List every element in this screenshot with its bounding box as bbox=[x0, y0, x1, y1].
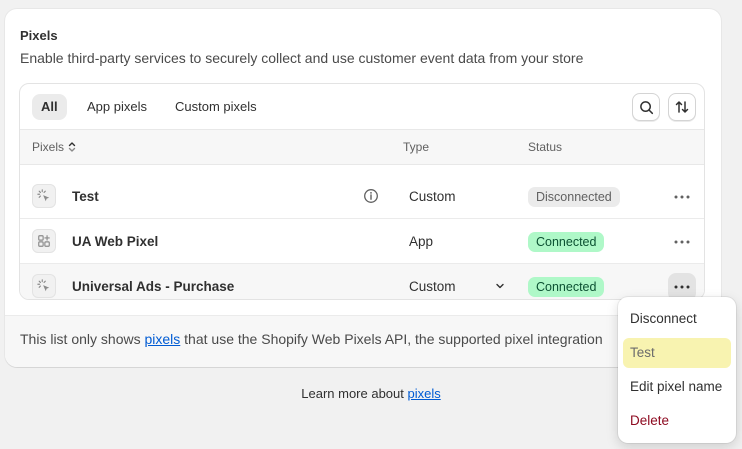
table-header: Pixels Type Status bbox=[20, 129, 704, 165]
column-pixels-label: Pixels bbox=[32, 140, 65, 154]
menu-item-delete[interactable]: Delete bbox=[623, 406, 731, 436]
sort-chevrons-icon bbox=[68, 142, 76, 152]
more-actions-button[interactable] bbox=[668, 183, 696, 211]
table-row[interactable]: UA Web Pixel App Connected bbox=[20, 219, 704, 264]
tab-custom-pixels[interactable]: Custom pixels bbox=[166, 94, 266, 120]
more-actions-button[interactable] bbox=[668, 228, 696, 256]
cursor-click-icon bbox=[32, 274, 56, 298]
more-actions-button[interactable] bbox=[668, 273, 696, 299]
pixels-card: Pixels Enable third-party services to se… bbox=[5, 9, 721, 367]
footer-text-before: This list only shows bbox=[20, 331, 145, 347]
status-badge: Connected bbox=[528, 277, 605, 297]
sort-icon bbox=[675, 101, 689, 113]
ellipsis-icon bbox=[674, 285, 690, 289]
pixels-table-container: All App pixels Custom pixels Pixels Type… bbox=[19, 83, 705, 300]
apps-icon bbox=[32, 229, 56, 253]
column-pixels[interactable]: Pixels bbox=[32, 130, 76, 164]
card-title: Pixels bbox=[20, 28, 58, 43]
card-description: Enable third-party services to securely … bbox=[20, 50, 584, 66]
status-badge: Disconnected bbox=[528, 187, 620, 207]
pixel-name: UA Web Pixel bbox=[72, 234, 159, 249]
pixel-name: Universal Ads - Purchase bbox=[72, 279, 235, 294]
menu-item-test[interactable]: Test bbox=[623, 338, 731, 368]
filter-tabs: All App pixels Custom pixels bbox=[20, 84, 704, 129]
tab-app-pixels[interactable]: App pixels bbox=[78, 94, 156, 120]
footer-text-after: that use the Shopify Web Pixels API, the… bbox=[180, 331, 603, 347]
search-icon bbox=[639, 100, 653, 114]
tab-all[interactable]: All bbox=[32, 94, 67, 120]
learn-more-text: Learn more about bbox=[301, 386, 408, 401]
ellipsis-icon bbox=[674, 240, 690, 244]
search-button[interactable] bbox=[632, 93, 660, 121]
cursor-click-icon bbox=[32, 184, 56, 208]
sort-button[interactable] bbox=[668, 93, 696, 121]
footer-pixels-link[interactable]: pixels bbox=[144, 331, 180, 347]
pixel-type: Custom bbox=[409, 189, 456, 204]
footer-note: This list only shows pixels that use the… bbox=[20, 331, 603, 347]
ellipsis-icon bbox=[674, 195, 690, 199]
pixel-type: App bbox=[409, 234, 434, 249]
column-type: Type bbox=[403, 140, 430, 154]
status-badge: Connected bbox=[528, 232, 605, 252]
info-icon[interactable] bbox=[363, 188, 379, 204]
chevron-down-icon[interactable] bbox=[494, 280, 506, 292]
table-row[interactable]: Test Custom Disconnected bbox=[20, 174, 704, 219]
table-row[interactable]: Universal Ads - Purchase Custom Connecte… bbox=[20, 264, 704, 299]
menu-item-disconnect[interactable]: Disconnect bbox=[623, 304, 731, 334]
pixel-name: Test bbox=[72, 189, 99, 204]
actions-menu: Disconnect Test Edit pixel name Delete bbox=[618, 297, 736, 443]
menu-item-edit-pixel-name[interactable]: Edit pixel name bbox=[623, 372, 731, 402]
learn-more-pixels-link[interactable]: pixels bbox=[407, 386, 440, 401]
pixel-type: Custom bbox=[409, 279, 456, 294]
column-status: Status bbox=[528, 140, 563, 154]
